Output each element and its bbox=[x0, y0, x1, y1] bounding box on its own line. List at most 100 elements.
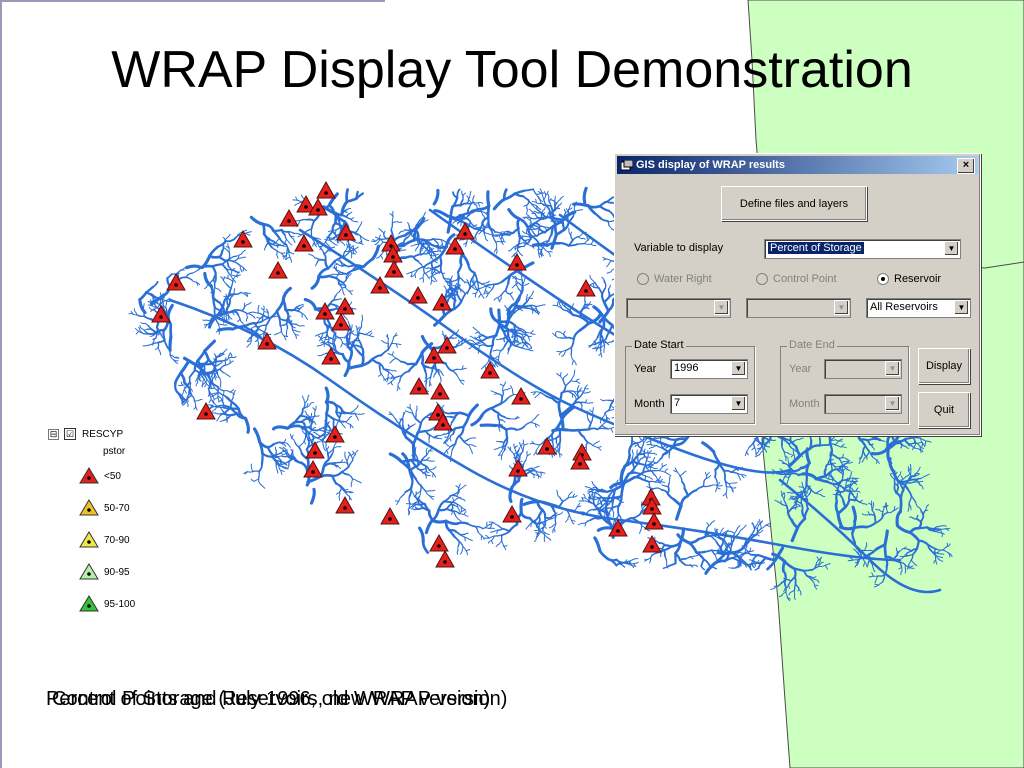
river-segment bbox=[310, 274, 321, 290]
river-segment bbox=[619, 469, 625, 487]
river-segment bbox=[495, 240, 502, 243]
river-segment bbox=[389, 359, 393, 364]
river-segment bbox=[135, 330, 140, 335]
river-segment bbox=[915, 474, 920, 477]
river-segment bbox=[917, 520, 923, 530]
river-segment bbox=[410, 244, 415, 247]
river-segment bbox=[728, 482, 734, 485]
river-segment bbox=[246, 313, 253, 316]
river-segment bbox=[290, 252, 295, 255]
river-segment bbox=[510, 479, 521, 489]
river-segment bbox=[510, 385, 513, 391]
river-segment bbox=[505, 289, 510, 295]
river-segment bbox=[883, 529, 889, 547]
river-segment bbox=[330, 240, 335, 244]
river-segment bbox=[457, 221, 462, 224]
river-segment bbox=[748, 559, 754, 561]
river-segment bbox=[526, 453, 531, 457]
river-segment bbox=[140, 322, 145, 325]
river-segment bbox=[537, 508, 544, 518]
river-segment bbox=[483, 233, 487, 239]
river-segment bbox=[473, 224, 478, 227]
river-segment bbox=[282, 443, 287, 447]
river-segment bbox=[272, 228, 283, 233]
river-segment bbox=[348, 269, 354, 275]
river-segment bbox=[219, 377, 222, 384]
river-segment bbox=[338, 496, 341, 501]
river-segment bbox=[203, 349, 211, 362]
river-segment bbox=[346, 335, 349, 341]
river-segment bbox=[786, 578, 792, 582]
river-segment bbox=[523, 235, 531, 238]
river-segment bbox=[358, 224, 361, 230]
river-segment bbox=[602, 258, 608, 261]
river-segment bbox=[275, 239, 279, 243]
river-segment bbox=[275, 465, 278, 471]
river-segment bbox=[541, 193, 545, 201]
river-segment bbox=[333, 263, 339, 266]
river-segment bbox=[851, 531, 857, 544]
river-segment bbox=[222, 324, 228, 326]
river-segment bbox=[229, 412, 239, 417]
river-segment bbox=[449, 415, 456, 419]
river-segment bbox=[794, 445, 802, 458]
river-segment bbox=[425, 490, 431, 497]
river-segment bbox=[521, 306, 529, 310]
river-segment bbox=[453, 299, 457, 310]
river-segment bbox=[467, 437, 473, 440]
river-segment bbox=[230, 353, 233, 358]
river-segment bbox=[360, 354, 365, 367]
river-segment bbox=[883, 543, 888, 559]
river-segment bbox=[296, 330, 301, 333]
river-segment bbox=[394, 418, 401, 425]
river-segment bbox=[186, 402, 189, 407]
river-segment bbox=[324, 259, 330, 270]
river-segment bbox=[781, 560, 787, 573]
river-segment bbox=[557, 300, 561, 306]
river-segment bbox=[495, 349, 501, 352]
river-segment bbox=[781, 462, 787, 465]
river-segment bbox=[638, 457, 644, 464]
river-segment bbox=[325, 444, 328, 450]
river-segment bbox=[291, 434, 294, 439]
river-segment bbox=[918, 441, 923, 444]
river-segment bbox=[220, 276, 224, 281]
river-segment bbox=[597, 446, 602, 448]
river-segment bbox=[250, 326, 256, 330]
river-segment bbox=[790, 575, 796, 582]
river-segment bbox=[465, 217, 472, 224]
river-segment bbox=[138, 326, 141, 332]
river-segment bbox=[486, 190, 491, 208]
river-segment bbox=[563, 330, 566, 335]
river-segment bbox=[456, 374, 461, 381]
river-segment bbox=[500, 530, 511, 536]
river-segment bbox=[818, 444, 829, 447]
river-segment bbox=[430, 518, 448, 524]
river-segment bbox=[534, 213, 539, 219]
river-segment bbox=[483, 289, 486, 295]
river-segment bbox=[303, 440, 306, 445]
river-segment bbox=[431, 508, 440, 522]
river-segment bbox=[223, 390, 231, 393]
river-segment bbox=[229, 295, 234, 301]
river-segment bbox=[466, 522, 477, 528]
river-segment bbox=[195, 382, 199, 387]
river-segment bbox=[406, 271, 413, 275]
river-segment bbox=[546, 518, 551, 522]
river-segment bbox=[379, 241, 384, 246]
river-segment bbox=[446, 449, 449, 455]
river-segment bbox=[424, 518, 435, 535]
river-segment bbox=[257, 342, 260, 348]
river-segment bbox=[515, 425, 526, 431]
river-segment bbox=[217, 397, 220, 403]
river-segment bbox=[612, 508, 615, 514]
river-segment bbox=[601, 421, 607, 426]
river-segment bbox=[417, 507, 424, 511]
river-segment bbox=[300, 461, 309, 473]
river-segment bbox=[554, 517, 557, 525]
river-segment bbox=[133, 308, 137, 313]
river-segment bbox=[449, 433, 454, 439]
river-segment bbox=[942, 546, 948, 551]
river-segment bbox=[418, 460, 427, 467]
river-segment bbox=[468, 444, 472, 450]
